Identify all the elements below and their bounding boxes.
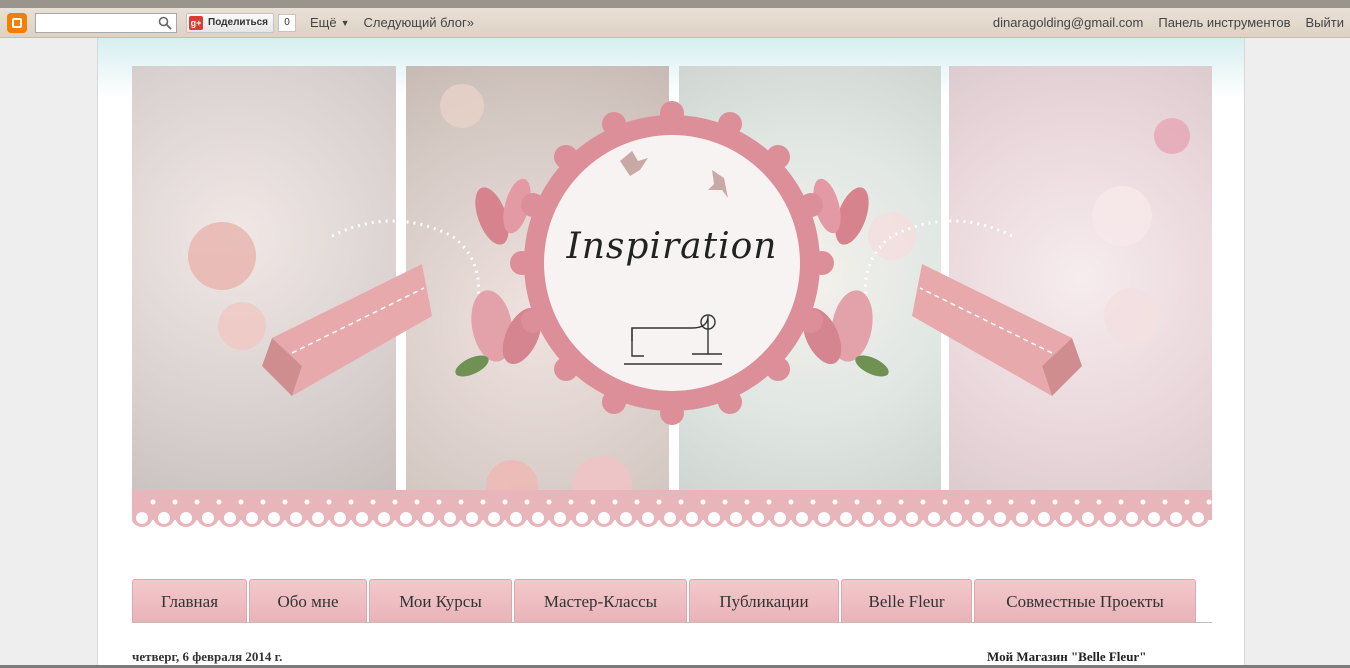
more-label: Ещё: [310, 15, 337, 30]
share-count: 0: [278, 13, 297, 32]
tab-about[interactable]: Обо мне: [249, 579, 367, 623]
tab-courses[interactable]: Мои Курсы: [369, 579, 512, 623]
more-menu[interactable]: Ещё ▼: [310, 15, 350, 30]
search-icon[interactable]: [158, 16, 172, 30]
user-email[interactable]: dinaragolding@gmail.com: [993, 15, 1144, 30]
tab-joint-projects[interactable]: Совместные Проекты: [974, 579, 1196, 623]
post-date: четверг, 6 февраля 2014 г.: [132, 649, 283, 664]
header-decoration: [132, 84, 1212, 520]
share-label: Поделиться: [208, 17, 269, 28]
tab-home[interactable]: Главная: [132, 579, 247, 623]
lace-border: [132, 490, 1212, 527]
google-plus-icon: g+: [189, 15, 203, 30]
dashboard-link[interactable]: Панель инструментов: [1158, 15, 1290, 30]
blog-header-image[interactable]: Inspiration: [132, 66, 1212, 536]
signout-link[interactable]: Выйти: [1306, 15, 1345, 30]
blogger-navbar: g+ Поделиться 0 Ещё ▼ Следующий блог» di…: [0, 8, 1350, 38]
sidebar-shop-title: Мой Магазин "Belle Fleur": [987, 649, 1147, 664]
header-title: Inspiration: [566, 226, 778, 267]
chevron-down-icon: ▼: [340, 17, 350, 28]
tab-publications[interactable]: Публикации: [689, 579, 839, 623]
blogger-logo-icon[interactable]: [7, 12, 27, 33]
nav-tabs: Главная Обо мне Мои Курсы Мастер-Классы …: [132, 579, 1196, 623]
browser-top-strip: [0, 0, 1350, 8]
tab-masterclasses[interactable]: Мастер-Классы: [514, 579, 687, 623]
tab-belle-fleur[interactable]: Belle Fleur: [841, 579, 972, 623]
tabs-divider: [132, 622, 1212, 623]
share-button[interactable]: g+ Поделиться: [186, 12, 275, 33]
search-input[interactable]: [35, 12, 177, 33]
next-blog-link[interactable]: Следующий блог»: [364, 15, 474, 30]
